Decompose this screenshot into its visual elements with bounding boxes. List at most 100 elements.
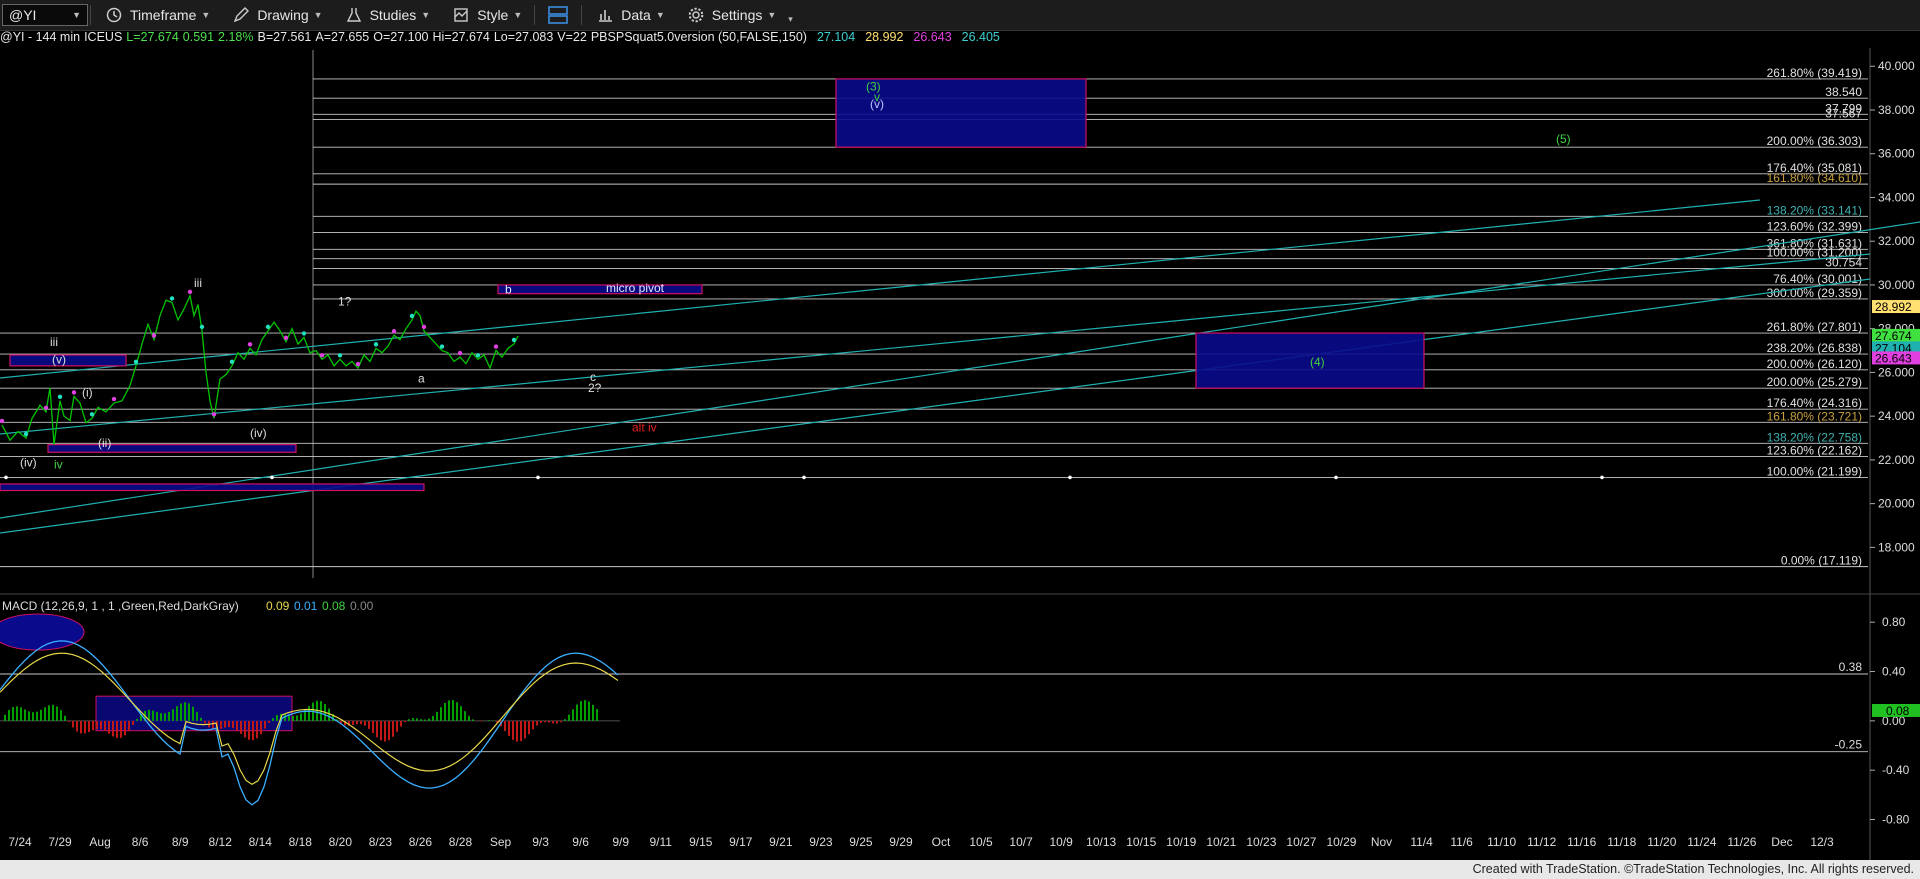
- style-label: Style: [477, 7, 509, 23]
- macd-histogram-bar: [168, 711, 170, 721]
- macd-histogram-bar: [248, 720, 250, 740]
- time-axis-label: 11/12: [1527, 835, 1556, 849]
- time-axis-label: 9/25: [849, 835, 873, 849]
- bar-chart-icon: [594, 5, 616, 25]
- chevron-down-icon[interactable]: ▼: [72, 10, 81, 20]
- marker-dot: [4, 475, 8, 480]
- fib-level-label: 300.00% (29.359): [1767, 286, 1862, 300]
- settings-label: Settings: [711, 7, 763, 23]
- macd-histogram-bar: [88, 720, 90, 733]
- marker-dot: [1068, 475, 1072, 480]
- macd-histogram-bar: [296, 715, 298, 721]
- signal-dot: [283, 335, 289, 341]
- fib-level-label: 238.20% (26.838): [1767, 341, 1862, 355]
- signal-dot: [355, 361, 361, 367]
- macd-histogram-bar: [156, 711, 158, 721]
- time-axis-label: 9/6: [572, 835, 589, 849]
- symbol-input[interactable]: @YI ▼: [2, 4, 88, 26]
- fib-level-label: 76.40% (30.001): [1773, 272, 1862, 286]
- time-axis-label: 9/9: [612, 835, 629, 849]
- macd-histogram-bar: [100, 720, 102, 730]
- wave-label: (4): [1310, 355, 1325, 369]
- macd-histogram-bar: [380, 720, 382, 741]
- macd-histogram-bar: [104, 720, 106, 732]
- macd-histogram-bar: [136, 718, 138, 721]
- fib-level-label: 261.80% (27.801): [1767, 320, 1862, 334]
- chevron-down-icon: ▼: [655, 10, 665, 20]
- signal-dot: [0, 418, 5, 424]
- timeframe-button[interactable]: Timeframe ▼: [93, 2, 220, 28]
- settings-button[interactable]: Settings ▼: [675, 2, 787, 28]
- macd-histogram-bar: [68, 720, 70, 722]
- macd-histogram-bar: [584, 700, 586, 721]
- macd-histogram-bar: [4, 714, 6, 721]
- signal-dot: [439, 344, 445, 349]
- macd-histogram-bar: [176, 706, 178, 721]
- symbol-text: @YI: [9, 7, 37, 23]
- macd-value: 0.08: [322, 599, 346, 613]
- price-axis-label: 22.000: [1878, 453, 1915, 467]
- fib-level-label: 123.60% (22.162): [1767, 443, 1862, 457]
- macd-histogram-bar: [364, 720, 366, 726]
- macd-histogram-bar: [128, 720, 130, 731]
- layout-button[interactable]: [537, 2, 579, 28]
- macd-histogram-bar: [96, 720, 98, 730]
- overflow-chevron-icon[interactable]: ▾: [788, 14, 793, 25]
- time-axis-label: 9/29: [889, 835, 913, 849]
- chart-background: [0, 48, 1920, 860]
- macd-histogram-bar: [560, 720, 562, 723]
- macd-histogram-bar: [252, 720, 254, 741]
- fib-level-label: 38.540: [1825, 85, 1862, 99]
- signal-dot: [265, 324, 271, 330]
- macd-histogram-bar: [272, 718, 274, 721]
- last-price: L=27.674: [126, 30, 179, 44]
- macd-histogram-bar: [44, 707, 46, 721]
- time-axis-label: 12/3: [1810, 835, 1834, 849]
- macd-histogram-bar: [56, 706, 58, 721]
- fib-level-label: 200.00% (36.303): [1767, 134, 1862, 148]
- micro-pivot-label: micro pivot: [606, 281, 665, 295]
- time-axis-label: Sep: [490, 835, 512, 849]
- drawing-button[interactable]: Drawing ▼: [220, 2, 332, 28]
- studies-button[interactable]: Studies ▼: [333, 2, 441, 28]
- signal-dot: [319, 353, 325, 358]
- time-axis-label: 8/23: [369, 835, 393, 849]
- macd-histogram-bar: [84, 720, 86, 734]
- macd-histogram-bar: [536, 720, 538, 726]
- divider: [534, 5, 536, 25]
- macd-histogram-bar: [464, 711, 466, 721]
- macd-histogram-bar: [152, 710, 154, 721]
- chart-canvas[interactable]: 261.80% (39.419)38.54037.79937.567200.00…: [0, 48, 1920, 860]
- style-button[interactable]: Style ▼: [440, 2, 532, 28]
- wave-label: (ii): [98, 436, 111, 450]
- layout-icon: [547, 5, 569, 25]
- study-name: PBSPSquat5.0version (50,FALSE,150): [590, 30, 807, 44]
- micro-pivot-box: [497, 284, 703, 295]
- macd-histogram-bar: [520, 720, 522, 742]
- macd-histogram-bar: [60, 710, 62, 721]
- price-axis-label: 20.000: [1878, 497, 1915, 511]
- chevron-down-icon: ▼: [313, 10, 323, 20]
- macd-histogram-bar: [236, 720, 238, 731]
- study-value-3: 26.643: [913, 30, 952, 44]
- macd-histogram-bar: [440, 707, 442, 721]
- macd-histogram-bar: [260, 720, 262, 735]
- data-button[interactable]: Data ▼: [584, 2, 675, 28]
- time-axis-label: 11/10: [1487, 835, 1516, 849]
- fib-level-label: 37.567: [1825, 106, 1862, 120]
- macd-histogram-bar: [540, 720, 542, 723]
- time-axis-label: 10/21: [1206, 835, 1236, 849]
- time-axis-label: 10/29: [1326, 835, 1356, 849]
- macd-histogram-bar: [244, 720, 246, 738]
- signal-dot: [151, 333, 157, 338]
- macd-title: MACD (12,26,9, 1 , 1 ,Green,Red,DarkGray…: [2, 599, 239, 613]
- low: Lo=27.083: [493, 30, 554, 44]
- macd-histogram-bar: [64, 715, 66, 721]
- price-axis-label: 32.000: [1878, 234, 1915, 248]
- macd-histogram-bar: [504, 720, 506, 732]
- macd-histogram-bar: [24, 709, 26, 721]
- study-value-4: 26.405: [961, 30, 1000, 44]
- time-axis-label: 11/16: [1567, 835, 1596, 849]
- macd-histogram-bar: [592, 704, 594, 721]
- chevron-down-icon: ▼: [767, 10, 777, 20]
